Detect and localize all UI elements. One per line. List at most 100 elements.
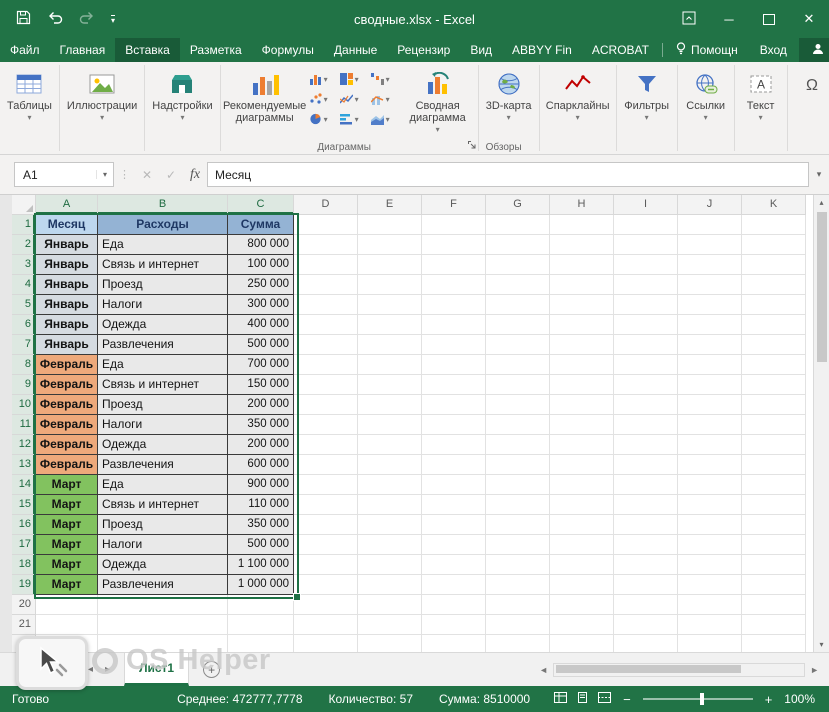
- cell-I8[interactable]: [614, 355, 678, 375]
- cell-J21[interactable]: [678, 615, 742, 635]
- cell-C19[interactable]: 1 000 000: [228, 575, 294, 595]
- cell-H15[interactable]: [550, 495, 614, 515]
- cell-I10[interactable]: [614, 395, 678, 415]
- tab-data[interactable]: Данные: [324, 38, 387, 62]
- cell-C8[interactable]: 700 000: [228, 355, 294, 375]
- dialog-launcher-icon[interactable]: [467, 138, 476, 152]
- tab-review[interactable]: Рецензир: [387, 38, 460, 62]
- insert-line-chart-button[interactable]: ▾: [338, 90, 369, 110]
- tab-insert[interactable]: Вставка: [115, 38, 180, 62]
- cell-D22[interactable]: [294, 635, 358, 652]
- cell-H10[interactable]: [550, 395, 614, 415]
- row-header-15[interactable]: 15: [12, 495, 36, 515]
- col-header-H[interactable]: H: [550, 195, 614, 215]
- cell-I5[interactable]: [614, 295, 678, 315]
- cell-D6[interactable]: [294, 315, 358, 335]
- cell-D7[interactable]: [294, 335, 358, 355]
- insert-combo-chart-button[interactable]: ▾: [369, 90, 400, 110]
- zoom-slider[interactable]: [643, 698, 753, 700]
- cell-B16[interactable]: Проезд: [98, 515, 228, 535]
- addins-button[interactable]: Надстройки ▾: [147, 64, 217, 138]
- scroll-right-icon[interactable]: ►: [810, 665, 819, 675]
- cell-E7[interactable]: [358, 335, 422, 355]
- cell-H19[interactable]: [550, 575, 614, 595]
- cell-K4[interactable]: [742, 275, 806, 295]
- cell-E4[interactable]: [358, 275, 422, 295]
- cell-I16[interactable]: [614, 515, 678, 535]
- cell-H3[interactable]: [550, 255, 614, 275]
- select-all-corner[interactable]: [12, 195, 36, 215]
- row-header-8[interactable]: 8: [12, 355, 36, 375]
- cell-K10[interactable]: [742, 395, 806, 415]
- cell-B6[interactable]: Одежда: [98, 315, 228, 335]
- links-button[interactable]: Ссылки ▾: [680, 64, 732, 138]
- cell-K16[interactable]: [742, 515, 806, 535]
- cell-D14[interactable]: [294, 475, 358, 495]
- cell-K1[interactable]: [742, 215, 806, 235]
- cell-G19[interactable]: [486, 575, 550, 595]
- cell-E6[interactable]: [358, 315, 422, 335]
- cell-K20[interactable]: [742, 595, 806, 615]
- recommended-charts-button[interactable]: Рекомендуемые диаграммы: [223, 64, 307, 138]
- cell-D13[interactable]: [294, 455, 358, 475]
- row-header-21[interactable]: 21: [12, 615, 36, 635]
- cell-K12[interactable]: [742, 435, 806, 455]
- col-header-C[interactable]: C: [228, 195, 294, 215]
- cell-C22[interactable]: [228, 635, 294, 652]
- cell-C21[interactable]: [228, 615, 294, 635]
- cell-J22[interactable]: [678, 635, 742, 652]
- cell-H4[interactable]: [550, 275, 614, 295]
- vertical-scroll-thumb[interactable]: [817, 212, 827, 362]
- cell-J18[interactable]: [678, 555, 742, 575]
- tab-file[interactable]: Файл: [0, 38, 50, 62]
- cell-H9[interactable]: [550, 375, 614, 395]
- cell-J14[interactable]: [678, 475, 742, 495]
- zoom-level[interactable]: 100%: [784, 692, 815, 706]
- cell-F10[interactable]: [422, 395, 486, 415]
- cell-G2[interactable]: [486, 235, 550, 255]
- cell-K17[interactable]: [742, 535, 806, 555]
- cell-C5[interactable]: 300 000: [228, 295, 294, 315]
- cell-E18[interactable]: [358, 555, 422, 575]
- row-header-3[interactable]: 3: [12, 255, 36, 275]
- cell-J9[interactable]: [678, 375, 742, 395]
- cell-F6[interactable]: [422, 315, 486, 335]
- cell-B21[interactable]: [98, 615, 228, 635]
- cell-E13[interactable]: [358, 455, 422, 475]
- cell-C20[interactable]: [228, 595, 294, 615]
- sheet-nav-right-icon[interactable]: ▸: [105, 664, 110, 675]
- cell-I15[interactable]: [614, 495, 678, 515]
- row-header-6[interactable]: 6: [12, 315, 36, 335]
- cell-B3[interactable]: Связь и интернет: [98, 255, 228, 275]
- zoom-in-button[interactable]: +: [765, 692, 773, 707]
- cell-F22[interactable]: [422, 635, 486, 652]
- cell-A7[interactable]: Январь: [36, 335, 98, 355]
- cell-F14[interactable]: [422, 475, 486, 495]
- col-header-A[interactable]: A: [36, 195, 98, 215]
- normal-view-icon[interactable]: [554, 692, 567, 706]
- text-button[interactable]: А Текст ▾: [737, 64, 785, 138]
- cell-C2[interactable]: 800 000: [228, 235, 294, 255]
- sheet-tab-list1[interactable]: Лист1: [124, 653, 189, 686]
- cell-C13[interactable]: 600 000: [228, 455, 294, 475]
- cell-A13[interactable]: Февраль: [36, 455, 98, 475]
- cell-G18[interactable]: [486, 555, 550, 575]
- cell-C16[interactable]: 350 000: [228, 515, 294, 535]
- cell-G16[interactable]: [486, 515, 550, 535]
- cell-D19[interactable]: [294, 575, 358, 595]
- cell-J16[interactable]: [678, 515, 742, 535]
- cell-B2[interactable]: Еда: [98, 235, 228, 255]
- cell-D11[interactable]: [294, 415, 358, 435]
- cell-F19[interactable]: [422, 575, 486, 595]
- cell-C7[interactable]: 500 000: [228, 335, 294, 355]
- cell-E12[interactable]: [358, 435, 422, 455]
- sparklines-button[interactable]: Спарклайны ▾: [542, 64, 614, 138]
- cell-C9[interactable]: 150 000: [228, 375, 294, 395]
- col-header-F[interactable]: F: [422, 195, 486, 215]
- cell-D12[interactable]: [294, 435, 358, 455]
- cell-K9[interactable]: [742, 375, 806, 395]
- zoom-slider-thumb[interactable]: [700, 693, 704, 705]
- tab-assistant[interactable]: Помощн: [666, 38, 748, 62]
- cell-A17[interactable]: Март: [36, 535, 98, 555]
- cell-I2[interactable]: [614, 235, 678, 255]
